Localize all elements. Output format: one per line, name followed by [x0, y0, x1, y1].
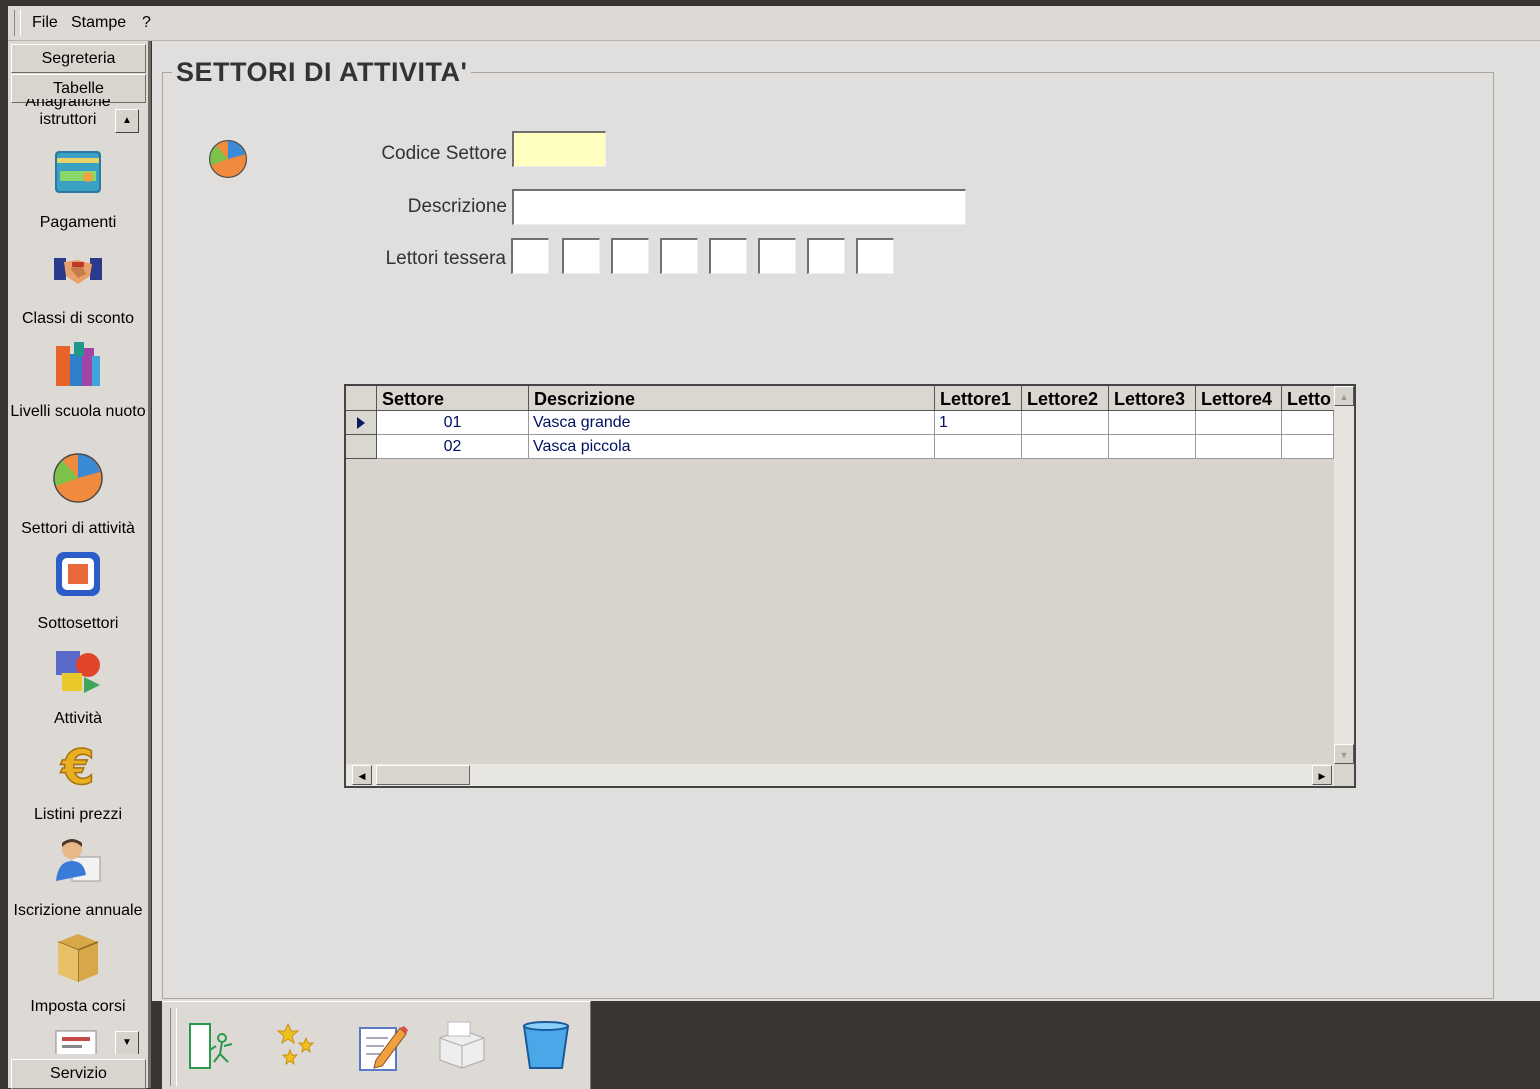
sidebar-item-label: Classi di sconto [21, 310, 135, 327]
sidebar-item-livelli-scuola-nuoto[interactable]: Livelli scuola nuoto [8, 338, 148, 448]
table-cell[interactable] [1282, 435, 1334, 459]
table-cell[interactable] [1022, 435, 1109, 459]
sidebar-scroll-down-button[interactable]: ▼ [115, 1031, 139, 1054]
sectors-grid[interactable]: Settore Descrizione Lettore1 Lettore2 Le… [344, 384, 1356, 788]
group-segreteria[interactable]: Segreteria [11, 44, 146, 73]
menu-stampe[interactable]: Stampe [71, 14, 126, 32]
table-cell[interactable]: 02 [377, 435, 529, 459]
description-input[interactable] [512, 189, 966, 225]
menu-bar: File Stampe ? [8, 6, 1540, 41]
handshake-icon [54, 258, 102, 284]
sidebar: Segreteria Tabelle Anagrafiche istruttor… [8, 41, 151, 1089]
row-selector[interactable] [346, 435, 377, 459]
group-servizio[interactable]: Servizio [11, 1059, 146, 1089]
table-cell[interactable] [1109, 411, 1196, 435]
scroll-left-button[interactable]: ◀ [352, 765, 372, 785]
scroll-thumb[interactable] [376, 765, 470, 785]
description-label: Descrizione [407, 196, 507, 217]
table-cell[interactable] [1196, 411, 1282, 435]
euro-icon: € [60, 740, 96, 792]
books-icon [56, 342, 100, 386]
code-input[interactable] [512, 131, 606, 167]
sidebar-item-label: Anagrafiche istruttori [25, 99, 111, 128]
main-panel: SETTORI DI ATTIVITA' Codice Settore Desc… [152, 41, 1540, 1001]
reader-input-6[interactable] [758, 238, 796, 274]
table-cell[interactable]: Vasca grande [529, 411, 935, 435]
table-cell[interactable] [935, 435, 1022, 459]
new-icon[interactable] [272, 1018, 328, 1074]
pie-chart-icon [208, 139, 248, 179]
table-cell[interactable]: 01 [377, 411, 529, 435]
readers-label: Lettori tessera [385, 248, 506, 269]
sidebar-item-label: Attività [53, 710, 102, 727]
edit-icon[interactable] [354, 1018, 410, 1074]
document-icon [55, 1030, 97, 1054]
toolbar-grip [170, 1008, 177, 1086]
pie-chart-icon [53, 453, 103, 503]
scroll-down-button[interactable]: ▼ [1334, 744, 1354, 764]
sidebar-item-settori-di-attivita[interactable]: Settori di attività [8, 452, 148, 544]
table-cell[interactable]: 1 [935, 411, 1022, 435]
grid-header-settore[interactable]: Settore [377, 386, 529, 411]
credit-card-icon [55, 151, 101, 193]
shapes-icon [56, 651, 100, 693]
scroll-up-button[interactable]: ▲ [1334, 386, 1354, 406]
grid-header-descrizione[interactable]: Descrizione [529, 386, 935, 411]
sidebar-item-label: Livelli scuola nuoto [10, 403, 146, 420]
page-title: SETTORI DI ATTIVITA' [172, 57, 472, 88]
sidebar-item-label: Imposta corsi [30, 998, 126, 1015]
reader-input-3[interactable] [611, 238, 649, 274]
grid-horizontal-scrollbar[interactable]: ◀ ▶ [346, 764, 1334, 786]
sidebar-list: Anagrafiche istruttori ▲ Pagamenti Class… [8, 99, 148, 1054]
grid-header-lettore5[interactable]: Letto [1282, 386, 1334, 411]
code-label: Codice Settore [381, 143, 507, 164]
print-icon[interactable] [434, 1018, 490, 1074]
grid-header-lettore4[interactable]: Lettore4 [1196, 386, 1282, 411]
table-cell[interactable] [1196, 435, 1282, 459]
grid-corner [346, 386, 377, 411]
user-card-icon [56, 839, 101, 882]
delete-icon[interactable] [518, 1018, 574, 1074]
table-cell[interactable] [1022, 411, 1109, 435]
sidebar-item-attivita[interactable]: Attività [8, 645, 148, 735]
refresh-box-icon [56, 552, 100, 596]
table-cell[interactable]: Vasca piccola [529, 435, 935, 459]
box-icon [57, 934, 99, 982]
sidebar-item-label: Listini prezzi [33, 806, 123, 823]
menu-file[interactable]: File [32, 14, 58, 32]
sidebar-item-listini-prezzi[interactable]: € Listini prezzi [8, 740, 148, 830]
exit-icon[interactable] [186, 1018, 242, 1074]
reader-input-2[interactable] [562, 238, 600, 274]
sidebar-item-label: Settori di attività [21, 520, 135, 537]
menu-grip [14, 10, 21, 36]
menu-help[interactable]: ? [142, 14, 151, 32]
table-cell[interactable] [1282, 411, 1334, 435]
grid-header-lettore2[interactable]: Lettore2 [1022, 386, 1109, 411]
sidebar-item-pagamenti[interactable]: Pagamenti [8, 145, 148, 235]
table-cell[interactable] [1109, 435, 1196, 459]
reader-input-7[interactable] [807, 238, 845, 274]
scroll-right-button[interactable]: ▶ [1312, 765, 1332, 785]
row-selector[interactable] [346, 411, 377, 435]
sidebar-scroll-up-button[interactable]: ▲ [115, 109, 139, 133]
reader-input-5[interactable] [709, 238, 747, 274]
reader-input-1[interactable] [511, 238, 549, 274]
sidebar-item-label: Pagamenti [39, 214, 117, 231]
bottom-toolbar [162, 1001, 591, 1089]
sidebar-item-iscrizione-annuale[interactable]: Iscrizione annuale [8, 835, 148, 927]
sidebar-item-imposta-corsi[interactable]: Imposta corsi [8, 930, 148, 1022]
sidebar-item-label: Iscrizione annuale [13, 902, 143, 919]
reader-input-8[interactable] [856, 238, 894, 274]
svg-text:€: € [60, 740, 94, 792]
current-row-icon [357, 417, 365, 429]
sidebar-item-label: Sottosettori [37, 615, 119, 632]
grid-header-lettore3[interactable]: Lettore3 [1109, 386, 1196, 411]
grid-vertical-scrollbar[interactable]: ▲ ▼ [1334, 386, 1354, 764]
sidebar-item-classi-di-sconto[interactable]: Classi di sconto [8, 246, 148, 336]
reader-input-4[interactable] [660, 238, 698, 274]
scroll-corner [1334, 764, 1354, 786]
grid-header-lettore1[interactable]: Lettore1 [935, 386, 1022, 411]
sidebar-item-sottosettori[interactable]: Sottosettori [8, 548, 148, 638]
